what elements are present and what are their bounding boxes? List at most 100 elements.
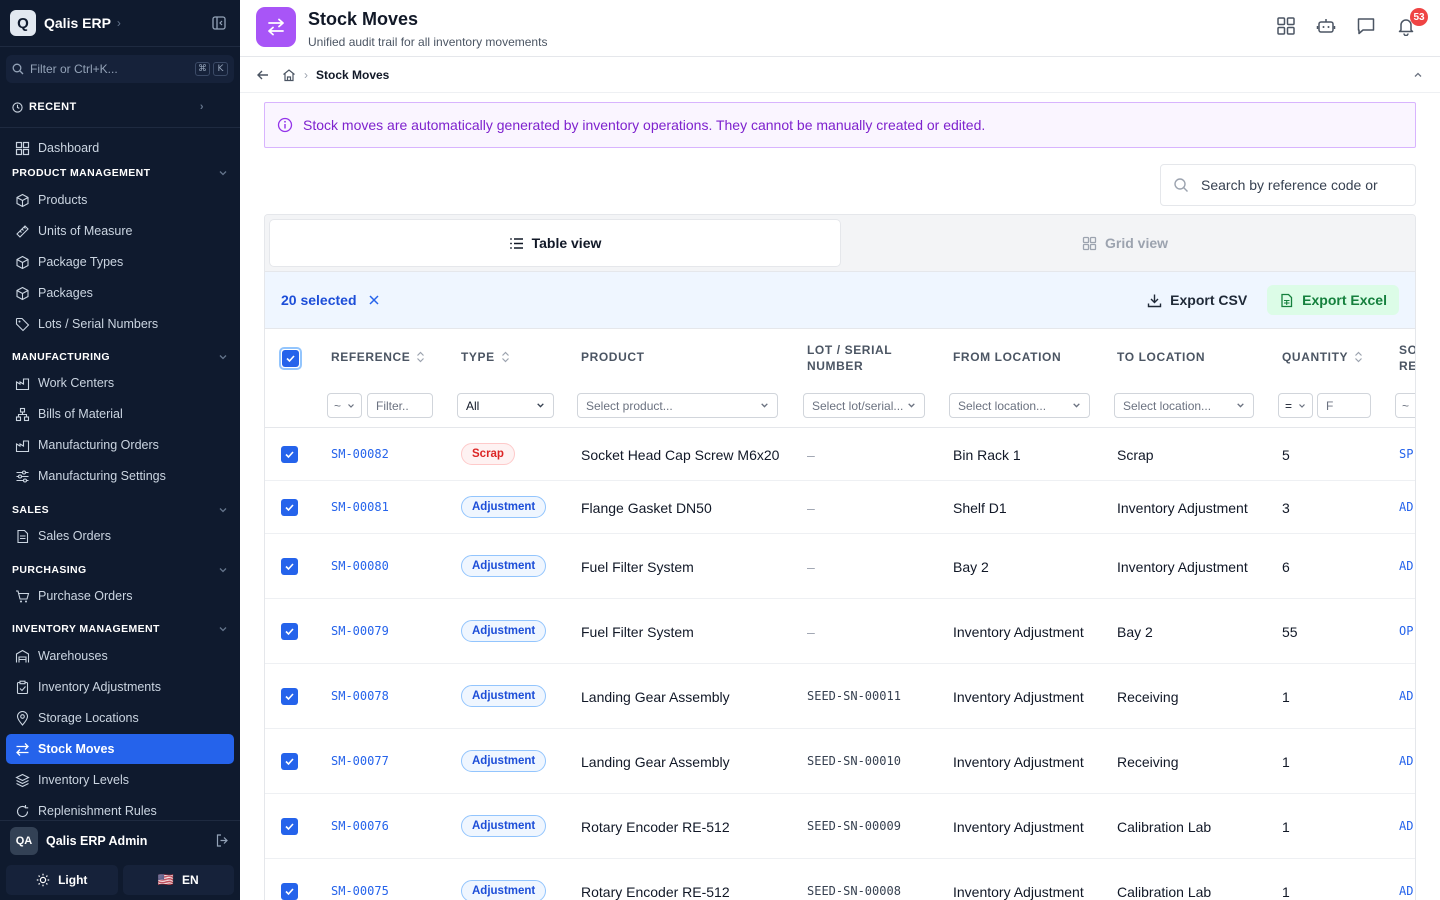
source-reference-link[interactable]: OP [1399, 624, 1413, 638]
sidebar-item-manufacturing-orders[interactable]: Manufacturing Orders [6, 430, 234, 460]
home-icon[interactable] [282, 68, 296, 82]
sidebar-item-sales-orders[interactable]: Sales Orders [6, 521, 234, 551]
reference-link[interactable]: SM-00078 [331, 689, 389, 703]
reference-link[interactable]: SM-00077 [331, 754, 389, 768]
notification-bell-icon[interactable]: 53 [1396, 8, 1428, 38]
row-checkbox[interactable] [281, 558, 298, 575]
section-purchasing[interactable]: PURCHASING [12, 562, 228, 578]
sidebar-item-lots-serial-numbers[interactable]: Lots / Serial Numbers [6, 309, 234, 339]
sidebar-item-bills-of-material[interactable]: Bills of Material [6, 399, 234, 429]
column-header-reference[interactable]: REFERENCE [331, 350, 425, 364]
row-checkbox[interactable] [281, 883, 298, 900]
section-sales[interactable]: SALES [12, 502, 228, 518]
column-header-type[interactable]: TYPE [461, 350, 510, 364]
section-manufacturing[interactable]: MANUFACTURING [12, 349, 228, 365]
sidebar-collapse-icon[interactable] [212, 16, 226, 30]
reference-link[interactable]: SM-00080 [331, 559, 389, 573]
section-product-management[interactable]: PRODUCT MANAGEMENT [12, 165, 228, 181]
table-row[interactable]: SM-00075 Adjustment Rotary Encoder RE-51… [265, 859, 1415, 900]
section-inventory-management[interactable]: INVENTORY MANAGEMENT [12, 621, 228, 637]
search-input[interactable] [1201, 177, 1401, 193]
lot-filter-select[interactable]: Select lot/serial... [803, 393, 925, 418]
row-checkbox[interactable] [281, 688, 298, 705]
reference-operator-select[interactable]: ~ [327, 393, 362, 418]
quantity-filter-input[interactable]: F [1317, 393, 1371, 418]
recent-toggle[interactable]: RECENT › [0, 93, 240, 121]
tab-grid-view[interactable]: Grid view [840, 220, 1410, 266]
sidebar-item-dashboard[interactable]: Dashboard [6, 133, 234, 163]
sidebar-item-work-centers[interactable]: Work Centers [6, 368, 234, 398]
document-icon [15, 529, 30, 544]
row-checkbox[interactable] [281, 753, 298, 770]
sidebar-item-label: Products [38, 193, 88, 207]
logout-icon[interactable] [215, 833, 230, 848]
source-reference-link[interactable]: AD [1399, 819, 1413, 833]
source-reference-link[interactable]: AD [1399, 689, 1413, 703]
language-button[interactable]: 🇺🇸 EN [122, 865, 234, 895]
reference-filter-input[interactable]: Filter.. [367, 393, 433, 418]
row-checkbox[interactable] [281, 818, 298, 835]
reference-link[interactable]: SM-00081 [331, 500, 389, 514]
sidebar-item-inventory-levels[interactable]: Inventory Levels [6, 765, 234, 795]
source-reference-link[interactable]: AD [1399, 754, 1413, 768]
sidebar-search-input[interactable]: Filter or Ctrl+K... ⌘ K [6, 55, 234, 83]
theme-toggle-button[interactable]: Light [6, 865, 118, 895]
from-location: Shelf D1 [953, 500, 1007, 516]
sidebar-item-purchase-orders[interactable]: Purchase Orders [6, 581, 234, 611]
user-profile[interactable]: QA Qalis ERP Admin [0, 820, 240, 860]
table-row[interactable]: SM-00076 Adjustment Rotary Encoder RE-51… [265, 794, 1415, 859]
quantity-operator-select[interactable]: = [1278, 393, 1313, 418]
to-location-filter-select[interactable]: Select location... [1114, 393, 1254, 418]
product-name: Socket Head Cap Screw M6x20 [581, 447, 780, 463]
factory-icon [15, 376, 30, 391]
table-row[interactable]: SM-00081 Adjustment Flange Gasket DN50 –… [265, 481, 1415, 534]
table-row[interactable]: SM-00080 Adjustment Fuel Filter System –… [265, 534, 1415, 599]
reference-link[interactable]: SM-00079 [331, 624, 389, 638]
sidebar-item-package-types[interactable]: Package Types [6, 247, 234, 277]
chevron-down-icon [1298, 402, 1306, 410]
to-location: Calibration Lab [1117, 819, 1212, 835]
chevron-up-icon[interactable] [1412, 69, 1424, 81]
apps-grid-icon[interactable] [1276, 16, 1298, 38]
sidebar-item-manufacturing-settings[interactable]: Manufacturing Settings [6, 461, 234, 491]
source-reference-link[interactable]: SP [1399, 447, 1413, 461]
source-reference-link[interactable]: AD [1399, 500, 1413, 514]
source-reference-link[interactable]: AD [1399, 559, 1413, 573]
sidebar-item-units-of-measure[interactable]: Units of Measure [6, 216, 234, 246]
export-excel-button[interactable]: Export Excel [1267, 285, 1399, 315]
reference-link[interactable]: SM-00082 [331, 447, 389, 461]
source-reference-link[interactable]: AD [1399, 884, 1413, 898]
clear-selection-icon[interactable] [367, 293, 381, 307]
select-all-checkbox[interactable] [279, 347, 302, 370]
dashboard-icon [15, 141, 30, 156]
row-checkbox[interactable] [281, 623, 298, 640]
sidebar-item-inventory-adjustments[interactable]: Inventory Adjustments [6, 672, 234, 702]
sidebar-item-packages[interactable]: Packages [6, 278, 234, 308]
sidebar-item-stock-moves[interactable]: Stock Moves [6, 734, 234, 764]
column-header-quantity[interactable]: QUANTITY [1282, 350, 1363, 364]
quantity: 6 [1282, 559, 1290, 575]
reference-link[interactable]: SM-00075 [331, 884, 389, 898]
sidebar-item-products[interactable]: Products [6, 185, 234, 215]
tab-table-view[interactable]: Table view [270, 220, 840, 266]
row-checkbox[interactable] [281, 499, 298, 516]
sidebar-item-storage-locations[interactable]: Storage Locations [6, 703, 234, 733]
robot-icon[interactable] [1316, 16, 1338, 38]
table-row[interactable]: SM-00077 Adjustment Landing Gear Assembl… [265, 729, 1415, 794]
product-filter-select[interactable]: Select product... [577, 393, 778, 418]
back-arrow-icon[interactable] [256, 68, 270, 82]
export-csv-button[interactable]: Export CSV [1135, 285, 1259, 315]
source-operator-select[interactable]: ~ [1395, 393, 1415, 418]
chevron-right-icon: › [304, 67, 308, 82]
type-filter-select[interactable]: All [457, 393, 554, 418]
from-location-filter-select[interactable]: Select location... [949, 393, 1090, 418]
table-row[interactable]: SM-00079 Adjustment Fuel Filter System –… [265, 599, 1415, 664]
chevron-right-icon[interactable]: › [117, 16, 121, 30]
table-row[interactable]: SM-00082 Scrap Socket Head Cap Screw M6x… [265, 428, 1415, 481]
chat-icon[interactable] [1356, 16, 1378, 38]
row-checkbox[interactable] [281, 446, 298, 463]
reference-link[interactable]: SM-00076 [331, 819, 389, 833]
sidebar-item-warehouses[interactable]: Warehouses [6, 641, 234, 671]
brand-name[interactable]: Qalis ERP [44, 15, 111, 31]
table-row[interactable]: SM-00078 Adjustment Landing Gear Assembl… [265, 664, 1415, 729]
